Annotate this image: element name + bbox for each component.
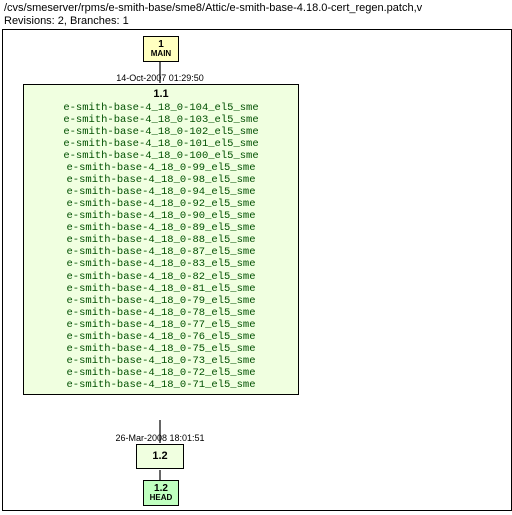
- revision-tag: e-smith-base-4_18_0-83_el5_sme: [30, 258, 292, 270]
- file-path: /cvs/smeserver/rpms/e-smith-base/sme8/At…: [4, 2, 508, 14]
- revision-tag: e-smith-base-4_18_0-87_el5_sme: [30, 246, 292, 258]
- revision-tag: e-smith-base-4_18_0-99_el5_sme: [30, 162, 292, 174]
- revision-tag: e-smith-base-4_18_0-76_el5_sme: [30, 331, 292, 343]
- revision-tag: e-smith-base-4_18_0-79_el5_sme: [30, 295, 292, 307]
- revision-date-1-1: 14-Oct-2007 01:29:50: [96, 73, 224, 83]
- revision-tag: e-smith-base-4_18_0-92_el5_sme: [30, 198, 292, 210]
- revision-tag: e-smith-base-4_18_0-98_el5_sme: [30, 174, 292, 186]
- revision-tag: e-smith-base-4_18_0-73_el5_sme: [30, 355, 292, 367]
- revision-tag: e-smith-base-4_18_0-102_el5_sme: [30, 126, 292, 138]
- revision-tag: e-smith-base-4_18_0-75_el5_sme: [30, 343, 292, 355]
- revision-version: 1.2: [142, 450, 178, 463]
- revision-tag: e-smith-base-4_18_0-77_el5_sme: [30, 319, 292, 331]
- revision-tag: e-smith-base-4_18_0-81_el5_sme: [30, 283, 292, 295]
- branch-node-label: MAIN: [151, 50, 171, 59]
- revision-tags-list: e-smith-base-4_18_0-104_el5_smee-smith-b…: [30, 102, 292, 392]
- revision-date-1-2: 26-Mar-2008 18:01:51: [96, 433, 224, 443]
- revision-tag: e-smith-base-4_18_0-103_el5_sme: [30, 114, 292, 126]
- revision-tag: e-smith-base-4_18_0-89_el5_sme: [30, 222, 292, 234]
- revision-tag: e-smith-base-4_18_0-71_el5_sme: [30, 379, 292, 391]
- revision-tag: e-smith-base-4_18_0-88_el5_sme: [30, 234, 292, 246]
- revision-node-1-1[interactable]: 1.1 e-smith-base-4_18_0-104_el5_smee-smi…: [23, 84, 299, 395]
- revision-tag: e-smith-base-4_18_0-101_el5_sme: [30, 138, 292, 150]
- revision-tag: e-smith-base-4_18_0-82_el5_sme: [30, 271, 292, 283]
- revision-graph-canvas: 1 MAIN 14-Oct-2007 01:29:50 1.1 e-smith-…: [2, 29, 512, 511]
- revision-tag: e-smith-base-4_18_0-90_el5_sme: [30, 210, 292, 222]
- branch-node-label: HEAD: [150, 494, 173, 503]
- branch-node-main[interactable]: 1 MAIN: [143, 36, 179, 62]
- revision-tag: e-smith-base-4_18_0-100_el5_sme: [30, 150, 292, 162]
- branch-node-head[interactable]: 1.2 HEAD: [143, 480, 179, 506]
- revision-version: 1.1: [30, 88, 292, 101]
- revision-tag: e-smith-base-4_18_0-104_el5_sme: [30, 102, 292, 114]
- revision-tag: e-smith-base-4_18_0-72_el5_sme: [30, 367, 292, 379]
- revision-node-1-2[interactable]: 1.2: [136, 444, 184, 469]
- revision-tag: e-smith-base-4_18_0-94_el5_sme: [30, 186, 292, 198]
- revision-tag: e-smith-base-4_18_0-78_el5_sme: [30, 307, 292, 319]
- revisions-meta: Revisions: 2, Branches: 1: [4, 15, 508, 27]
